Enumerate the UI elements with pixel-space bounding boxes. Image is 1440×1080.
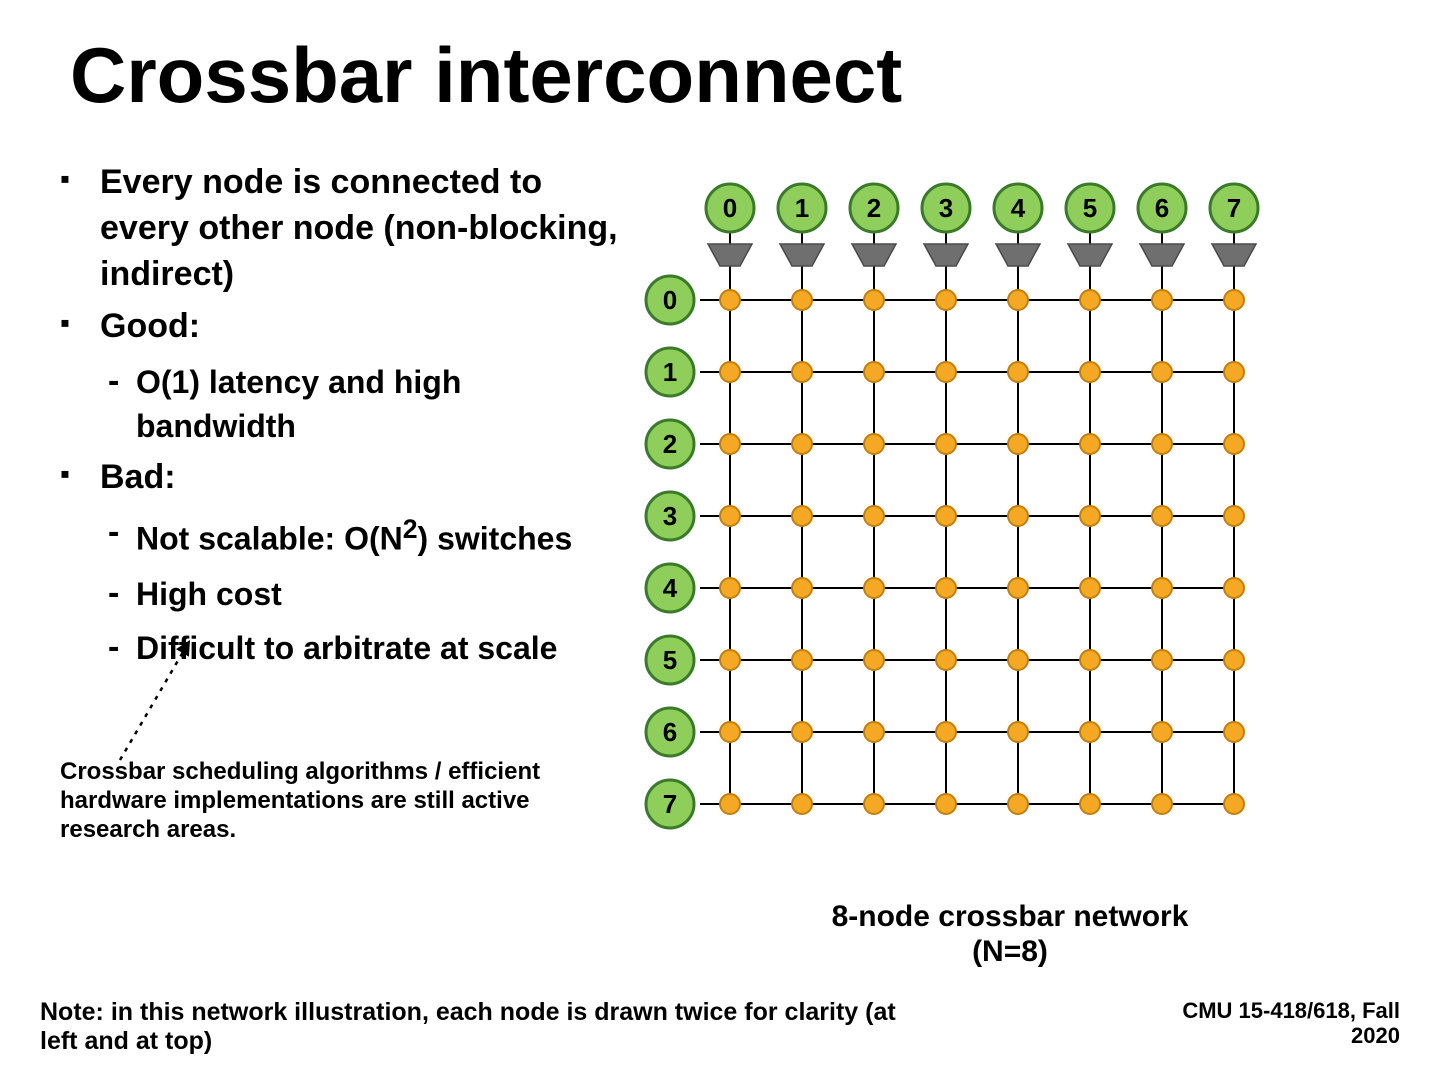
bullet-1: Every node is connected to every other n… (60, 160, 620, 298)
annotation-text: Crossbar scheduling algorithms / efficie… (60, 758, 560, 844)
svg-text:5: 5 (663, 645, 677, 675)
bullet-2-sublist: O(1) latency and high bandwidth (100, 360, 620, 450)
svg-text:7: 7 (1227, 193, 1241, 223)
crossbar-diagram: 0 1 2 3 4 5 6 7 0 1 2 3 4 5 6 7 (640, 170, 1260, 890)
sub1-sup: 2 (403, 514, 418, 544)
footer-note: Note: in this network illustration, each… (40, 998, 940, 1056)
course-line-2: 2020 (1351, 1023, 1400, 1048)
bullet-3-label: Bad: (100, 458, 176, 496)
bullet-2-sub-1: O(1) latency and high bandwidth (100, 360, 620, 450)
slide: Crossbar interconnect Every node is conn… (0, 0, 1440, 1080)
svg-text:7: 7 (663, 789, 677, 819)
svg-text:6: 6 (663, 717, 677, 747)
svg-text:6: 6 (1155, 193, 1169, 223)
bullet-3-sub-1: Not scalable: O(N2) switches (100, 511, 620, 561)
course-line-1: CMU 15-418/618, Fall (1182, 998, 1400, 1023)
bullet-2: Good: O(1) latency and high bandwidth (60, 304, 620, 449)
sub1-post: ) switches (418, 521, 573, 557)
svg-text:4: 4 (1011, 193, 1026, 223)
svg-text:0: 0 (723, 193, 737, 223)
annotation-arrow-icon (110, 630, 230, 770)
caption-line-2: (N=8) (972, 935, 1048, 968)
svg-text:3: 3 (663, 501, 677, 531)
diagram-caption: 8-node crossbar network (N=8) (760, 900, 1260, 969)
svg-text:4: 4 (663, 573, 678, 603)
svg-text:1: 1 (795, 193, 809, 223)
content-block: Every node is connected to every other n… (60, 160, 620, 677)
svg-text:1: 1 (663, 357, 677, 387)
svg-text:2: 2 (867, 193, 881, 223)
svg-text:5: 5 (1083, 193, 1097, 223)
bullet-3-sub-2: High cost (100, 572, 620, 617)
sub1-pre: Not scalable: O(N (136, 521, 403, 557)
bullet-2-label: Good: (100, 307, 200, 345)
svg-text:2: 2 (663, 429, 677, 459)
course-info: CMU 15-418/618, Fall 2020 (1182, 998, 1400, 1049)
caption-line-1: 8-node crossbar network (832, 900, 1189, 933)
bullet-list: Every node is connected to every other n… (60, 160, 620, 671)
slide-title: Crossbar interconnect (70, 30, 902, 121)
svg-text:3: 3 (939, 193, 953, 223)
svg-text:0: 0 (663, 285, 677, 315)
